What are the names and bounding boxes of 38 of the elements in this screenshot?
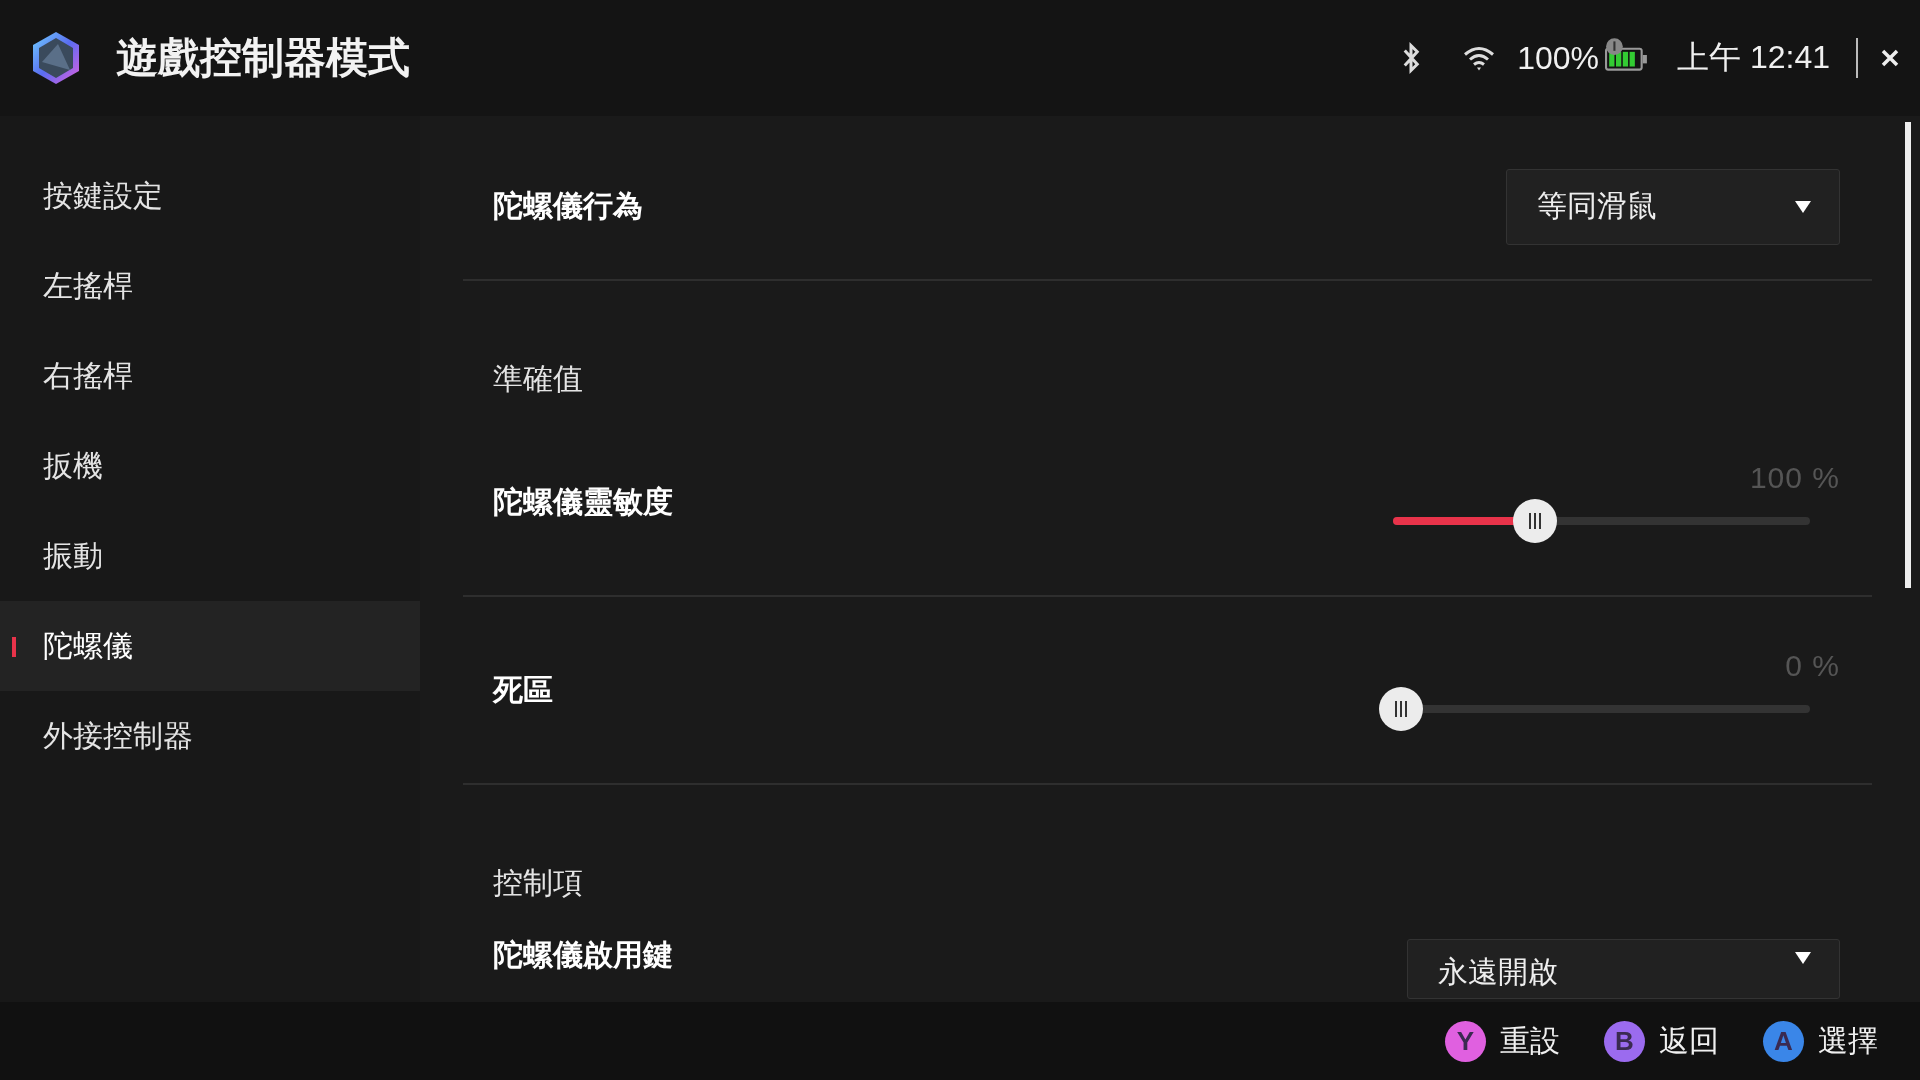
- sidebar-item[interactable]: 按鍵設定: [0, 151, 420, 241]
- setting-label: 陀螺儀啟用鍵: [493, 937, 673, 973]
- slider-handle[interactable]: [1379, 687, 1423, 731]
- scrollbar[interactable]: [1905, 122, 1911, 588]
- slider-handle[interactable]: [1512, 499, 1557, 543]
- slider-value: 100 %: [1749, 461, 1840, 495]
- setting-label: 陀螺儀行為: [493, 188, 643, 224]
- battery-icon: [1605, 37, 1650, 73]
- sidebar-item[interactable]: 右搖桿: [0, 331, 420, 421]
- bluetooth-icon: [1401, 41, 1422, 75]
- controller-button-badge: Y: [1445, 1020, 1486, 1062]
- controller-button-badge: B: [1604, 1020, 1645, 1062]
- slider-track[interactable]: [1393, 517, 1810, 525]
- sidebar-item[interactable]: 外接控制器: [0, 691, 420, 781]
- section-heading: 控制項: [493, 866, 583, 899]
- close-icon[interactable]: [1880, 48, 1900, 68]
- slider-track[interactable]: [1423, 705, 1810, 713]
- hint-label: 返回: [1659, 1022, 1719, 1059]
- sidebar-item[interactable]: 振動: [0, 511, 420, 601]
- caret-icon: [1795, 200, 1811, 213]
- battery-percent: 100%: [1517, 39, 1600, 77]
- sidebar-item[interactable]: 陀螺儀: [0, 601, 420, 691]
- caret-icon: [1795, 952, 1811, 964]
- wifi-icon: [1463, 44, 1496, 72]
- dropdown[interactable]: 等同滑鼠: [1506, 168, 1840, 245]
- dropdown[interactable]: 永遠開啟: [1407, 939, 1840, 999]
- section-heading: 準確值: [493, 362, 583, 395]
- sidebar-item[interactable]: 扳機: [0, 421, 420, 511]
- setting-label: 死區: [493, 671, 553, 708]
- hint-label: 選擇: [1818, 1022, 1878, 1059]
- hint-label: 重設: [1500, 1022, 1560, 1059]
- setting-label: 陀螺儀靈敏度: [493, 483, 673, 520]
- logo-icon: [30, 30, 82, 86]
- sidebar-item[interactable]: 左搖桿: [0, 241, 420, 331]
- controller-button-badge: A: [1763, 1020, 1804, 1062]
- window-title: 遊戲控制器模式: [116, 33, 410, 83]
- slider-value: 0 %: [1785, 649, 1840, 683]
- clock-time: 上午 12:41: [1677, 38, 1830, 77]
